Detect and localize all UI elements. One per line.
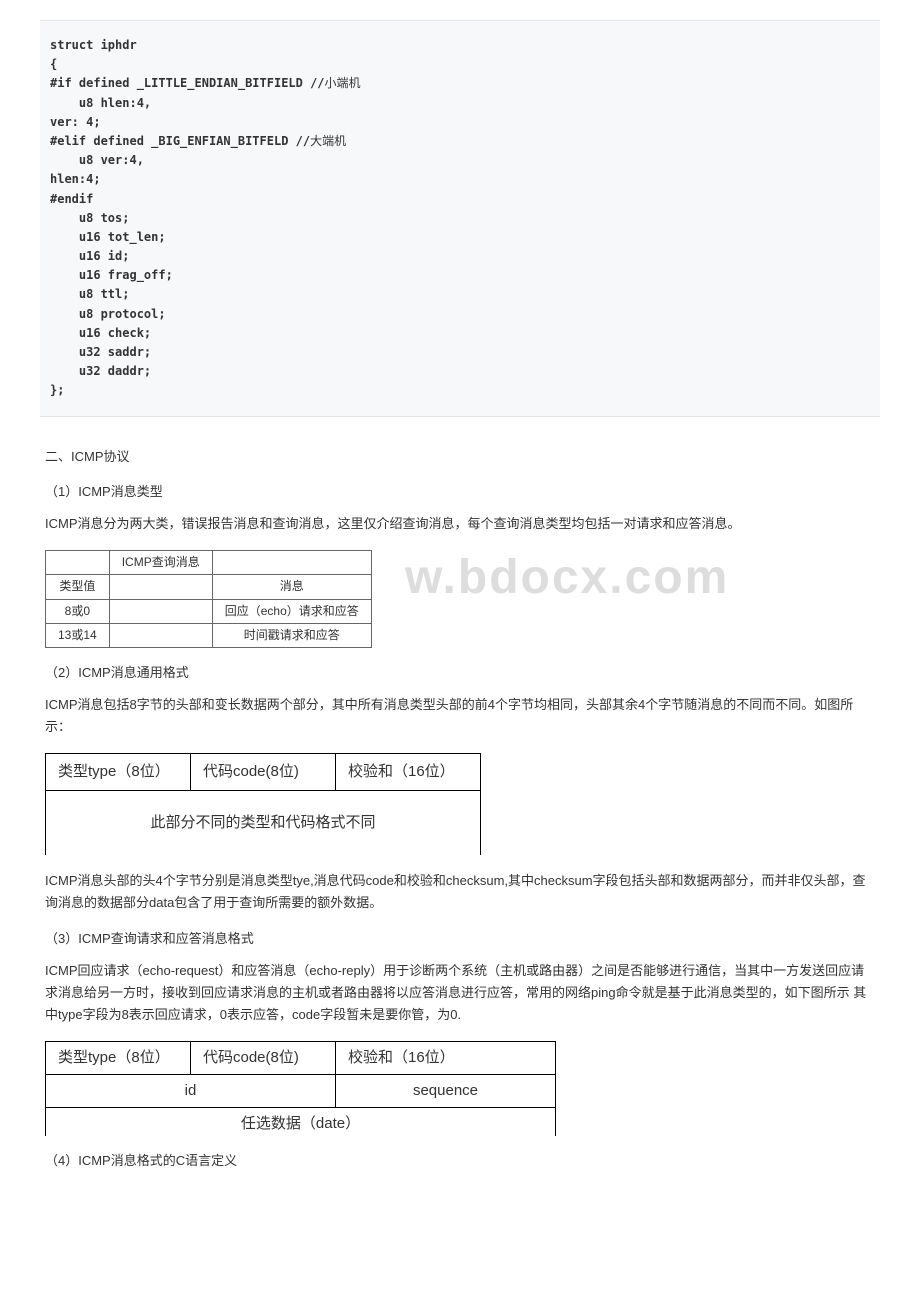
table-cell: 回应（echo）请求和应答 (212, 599, 371, 623)
table-cell: 13或14 (46, 623, 110, 647)
table-cell: id (58, 1079, 323, 1103)
icmp-echo-table: 类型type（8位） 代码code(8位) 校验和（16位） id sequen… (45, 1041, 556, 1136)
code-line: u32 daddr; (50, 362, 870, 381)
table-cell: 代码code(8位) (191, 1042, 336, 1075)
code-line: }; (50, 381, 870, 400)
code-line: ver: 4; (50, 113, 870, 132)
code-line: { (50, 55, 870, 74)
table-cell: 代码code(8位) (191, 753, 336, 790)
subsection-title: （3）ICMP查询请求和应答消息格式 (45, 929, 875, 950)
code-line: u8 protocol; (50, 305, 870, 324)
paragraph: ICMP消息分为两大类，错误报告消息和查询消息，这里仅介绍查询消息，每个查询消息… (45, 513, 875, 535)
table-header: ICMP查询消息 (109, 551, 212, 575)
section-title: 二、ICMP协议 (45, 447, 875, 468)
code-line: hlen:4; (50, 170, 870, 189)
code-line: #elif defined _BIG_ENFIAN_BITFELD //大端机 (50, 132, 870, 151)
code-line: u8 ver:4, (50, 151, 870, 170)
table-cell: 时间戳请求和应答 (212, 623, 371, 647)
table-cell: 8或0 (46, 599, 110, 623)
table-cell: 类型值 (46, 575, 110, 599)
paragraph: ICMP消息头部的头4个字节分别是消息类型tye,消息代码code和校验和che… (45, 870, 875, 914)
table-cell: sequence (336, 1075, 556, 1108)
icmp-query-table-wrap: w.bdocx.com ICMP查询消息 类型值 消息 8或0 回应（echo）… (45, 550, 875, 648)
table-cell: 校验和（16位） (336, 1042, 556, 1075)
table-cell: 类型type（8位） (46, 1042, 191, 1075)
code-line: struct iphdr (50, 36, 870, 55)
table-cell: 此部分不同的类型和代码格式不同 (46, 790, 481, 855)
subsection-title: （2）ICMP消息通用格式 (45, 663, 875, 684)
code-line: u16 frag_off; (50, 266, 870, 285)
table-cell: 校验和（16位） (336, 753, 481, 790)
icmp-format-table: 类型type（8位） 代码code(8位) 校验和（16位） 此部分不同的类型和… (45, 753, 481, 855)
code-line: u8 tos; (50, 209, 870, 228)
code-line: u16 tot_len; (50, 228, 870, 247)
code-line: u32 saddr; (50, 343, 870, 362)
paragraph: ICMP消息包括8字节的头部和变长数据两个部分，其中所有消息类型头部的前4个字节… (45, 694, 875, 738)
subsection-title: （4）ICMP消息格式的C语言定义 (45, 1151, 875, 1172)
paragraph: ICMP回应请求（echo-request）和应答消息（echo-reply）用… (45, 960, 875, 1026)
code-line: u8 ttl; (50, 285, 870, 304)
watermark: w.bdocx.com (405, 540, 729, 617)
code-line: #endif (50, 190, 870, 209)
table-cell: 类型type（8位） (46, 753, 191, 790)
table-cell: 任选数据（date） (46, 1108, 556, 1137)
subsection-title: （1）ICMP消息类型 (45, 482, 875, 503)
code-line: u16 id; (50, 247, 870, 266)
code-block: struct iphdr { #if defined _LITTLE_ENDIA… (40, 20, 880, 417)
code-line: u8 hlen:4, (50, 94, 870, 113)
code-line: u16 check; (50, 324, 870, 343)
icmp-query-table: ICMP查询消息 类型值 消息 8或0 回应（echo）请求和应答 13或14 … (45, 550, 372, 648)
table-cell: 消息 (212, 575, 371, 599)
code-line: #if defined _LITTLE_ENDIAN_BITFIELD //小端… (50, 74, 870, 93)
